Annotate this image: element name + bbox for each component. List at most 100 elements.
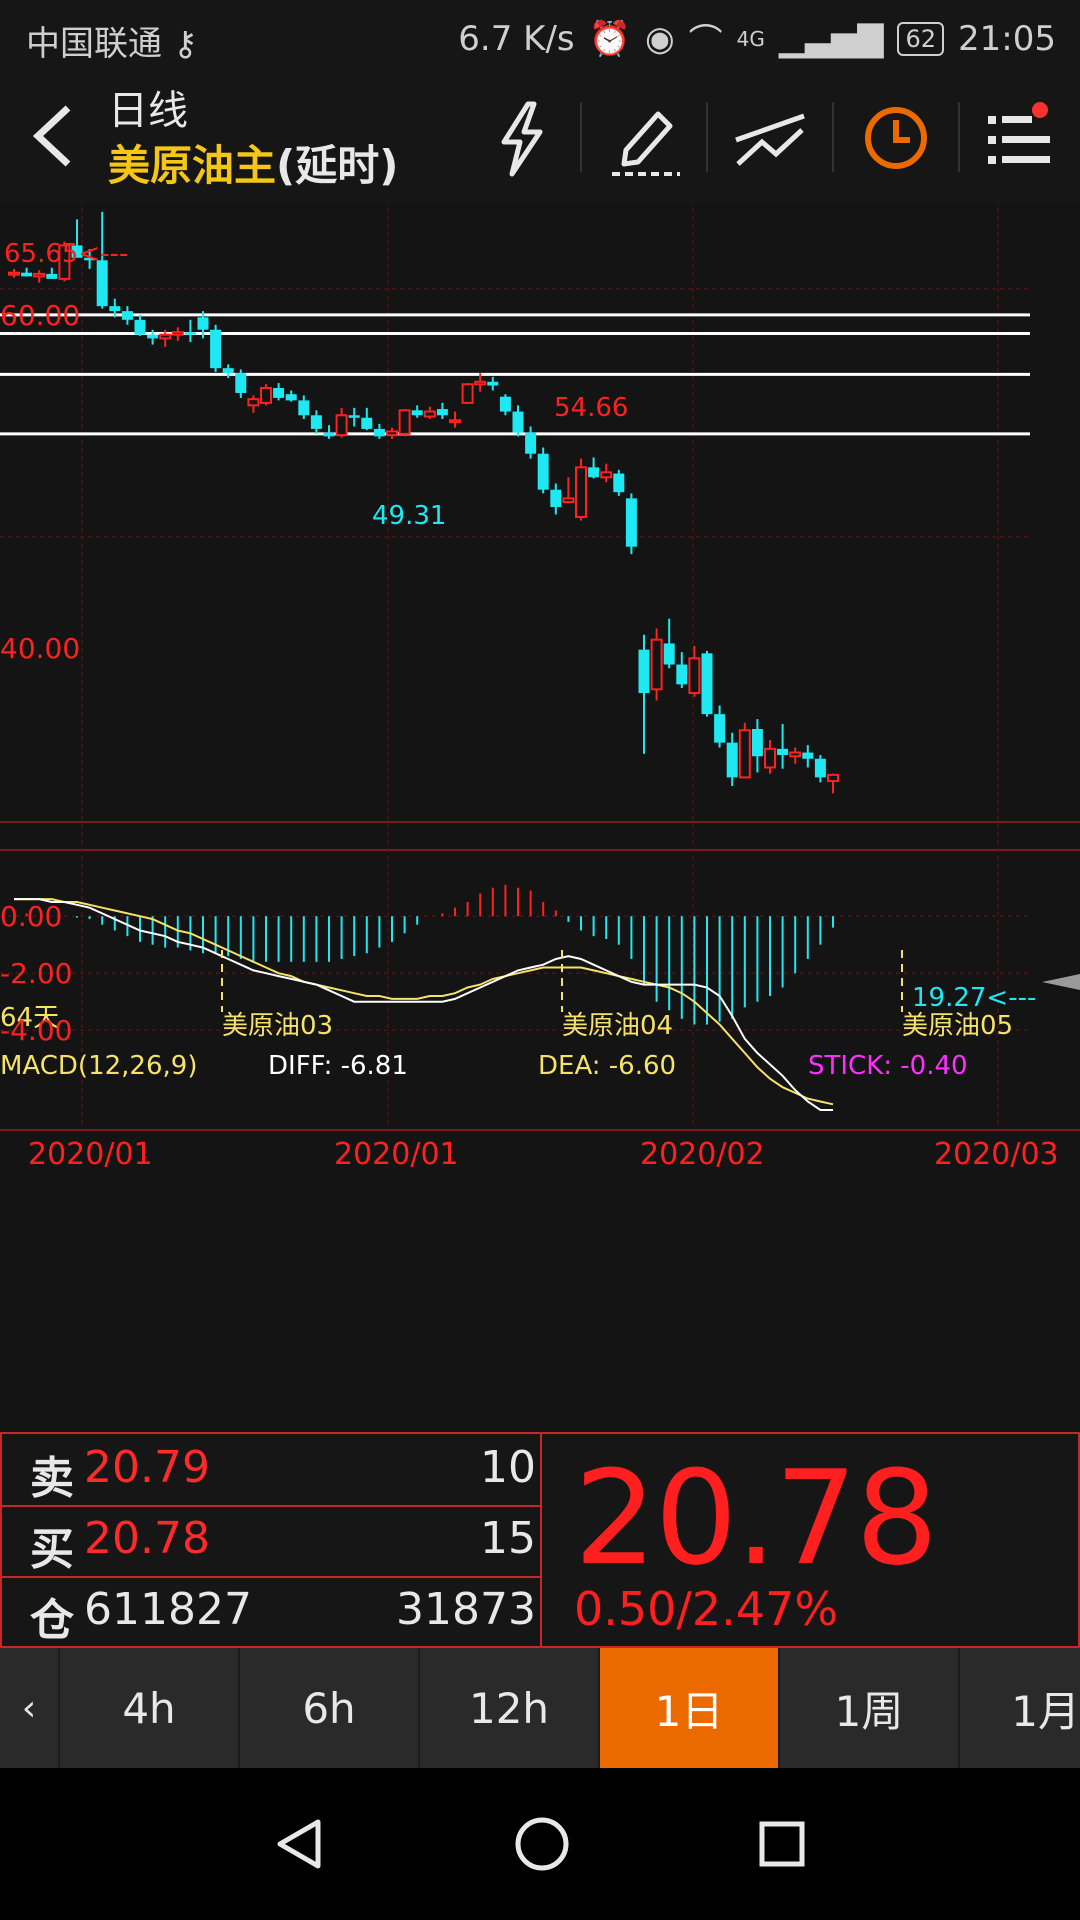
toolbar-divider [832, 102, 834, 172]
buy-volume: 15 [480, 1513, 536, 1564]
tab-12h[interactable]: 12h [420, 1648, 600, 1768]
contract-label: 美原油03 [222, 1011, 333, 1041]
candle-up [260, 387, 272, 404]
app-header: 日线 美原油主(延时) [0, 72, 1080, 202]
lightning-icon[interactable] [480, 96, 564, 180]
candle-down [537, 453, 549, 490]
price-change: 0.50/2.47% [574, 1582, 839, 1636]
candle-down [361, 417, 373, 429]
candle-up [738, 729, 751, 779]
candle-down [46, 273, 58, 279]
date-axis-label: 2020/02 [640, 1137, 765, 1172]
tab-6h[interactable]: 6h [240, 1648, 420, 1768]
nav-home-icon[interactable] [510, 1812, 574, 1876]
candle-up [562, 497, 575, 504]
candle-down [512, 411, 524, 433]
timeframe-label: 日线 [108, 88, 188, 134]
buy-label: 买 [30, 1524, 74, 1575]
candle-down [109, 306, 121, 312]
candle-down [310, 415, 322, 429]
candle-down [411, 410, 423, 416]
toolbar-divider [958, 102, 960, 172]
quote-panel: 卖 20.79 10 买 20.78 15 仓 611827 31873 20.… [0, 1432, 1080, 1650]
contract-label: 美原油04 [562, 1011, 673, 1041]
candle-down [663, 643, 675, 665]
macd-stick-label: STICK: -0.40 [808, 1051, 968, 1081]
candle-down [21, 272, 33, 277]
tab-1w[interactable]: 1周 [780, 1648, 960, 1768]
candle-down [134, 319, 146, 335]
sell-volume: 10 [480, 1442, 536, 1493]
oi-value: 611827 [84, 1584, 252, 1635]
sell-price: 20.79 [84, 1442, 210, 1493]
candle-down [638, 649, 650, 694]
candle-down [777, 748, 789, 756]
candle-down [701, 653, 713, 715]
key-icon: ⚷ [172, 24, 198, 64]
candle-up [764, 747, 776, 769]
pencil-icon[interactable] [604, 96, 688, 180]
contract-label: 美原油05 [902, 1011, 1013, 1041]
title-text: 美原油主 [108, 141, 277, 190]
quote-divider [540, 1434, 542, 1650]
candle-down [525, 432, 537, 454]
sell-label: 卖 [30, 1453, 74, 1504]
high-price-label: 65.65<--- [4, 239, 128, 269]
candle-down [487, 381, 499, 386]
candle-down [802, 752, 814, 759]
candle-down [298, 400, 310, 416]
macd-axis-label: -4.00 [0, 1014, 72, 1047]
candle-up [423, 410, 436, 418]
candle-down [222, 368, 234, 374]
candle-up [600, 471, 613, 479]
candle-down [588, 467, 600, 478]
sell-row[interactable]: 卖 20.79 10 [2, 1434, 540, 1507]
candle-down [323, 432, 335, 437]
price-axis-60: 60.00 [0, 299, 80, 332]
tab-1d[interactable]: 1日 [600, 1648, 780, 1768]
tabs-scroll-left-icon[interactable]: ‹ [0, 1648, 60, 1768]
toolbar-divider [580, 102, 582, 172]
candle-up [789, 751, 802, 758]
candle-up [827, 773, 839, 783]
price-chart[interactable]: 美原油03 美原油04 美原油05 65.65<--- 60.00 40.00 54.66 4… [0, 202, 1080, 1432]
nav-recents-icon[interactable] [752, 1814, 812, 1874]
candle-up [688, 657, 701, 695]
candle-down [197, 317, 209, 330]
macd-diff-label: DIFF: -6.81 [268, 1051, 408, 1081]
open-interest-row: 仓 611827 31873 [2, 1576, 540, 1647]
status-right: 6.7 K/s ⏰ ◉ ⌒ 4G ▁▃▅▇ 62 21:05 [458, 14, 1056, 63]
signal-icon: ▁▃▅▇ [778, 18, 884, 59]
back-arrow-icon[interactable] [24, 96, 84, 176]
buy-row[interactable]: 买 20.78 15 [2, 1505, 540, 1578]
tab-1m[interactable]: 1月 [960, 1648, 1080, 1768]
candle-down [184, 332, 196, 335]
candle-up [335, 414, 348, 437]
price-axis-40: 40.00 [0, 632, 80, 665]
period-tabs: ‹ 4h 6h 12h 1日 1周 1月 [0, 1648, 1080, 1768]
nav-back-icon[interactable] [270, 1814, 330, 1874]
clock-icon[interactable] [854, 96, 938, 180]
network-type: 4G [736, 26, 765, 51]
toolbar-divider [706, 102, 708, 172]
draw-line-icon[interactable] [728, 96, 812, 180]
battery-icon: 62 [897, 21, 945, 56]
candle-up [33, 272, 46, 278]
candle-down [210, 329, 222, 369]
candle-down [613, 473, 625, 493]
candle-down [436, 409, 448, 416]
candle-up [8, 271, 20, 276]
menu-list-icon[interactable] [978, 96, 1062, 180]
candle-down [751, 729, 763, 757]
status-bar: 中国联通 ⚷ 6.7 K/s ⏰ ◉ ⌒ 4G ▁▃▅▇ 62 21:05 [0, 0, 1080, 72]
tab-4h[interactable]: 4h [60, 1648, 240, 1768]
candle-down [285, 394, 297, 401]
swing-high-label: 54.66 [554, 393, 628, 423]
carrier-label: 中国联通 ⚷ [26, 24, 198, 64]
candle-up [171, 331, 184, 336]
candle-down [625, 498, 637, 547]
candle-down [273, 388, 285, 398]
candle-up [247, 398, 260, 407]
candle-up [449, 419, 461, 424]
page-title: 美原油主(延时) [108, 132, 398, 193]
